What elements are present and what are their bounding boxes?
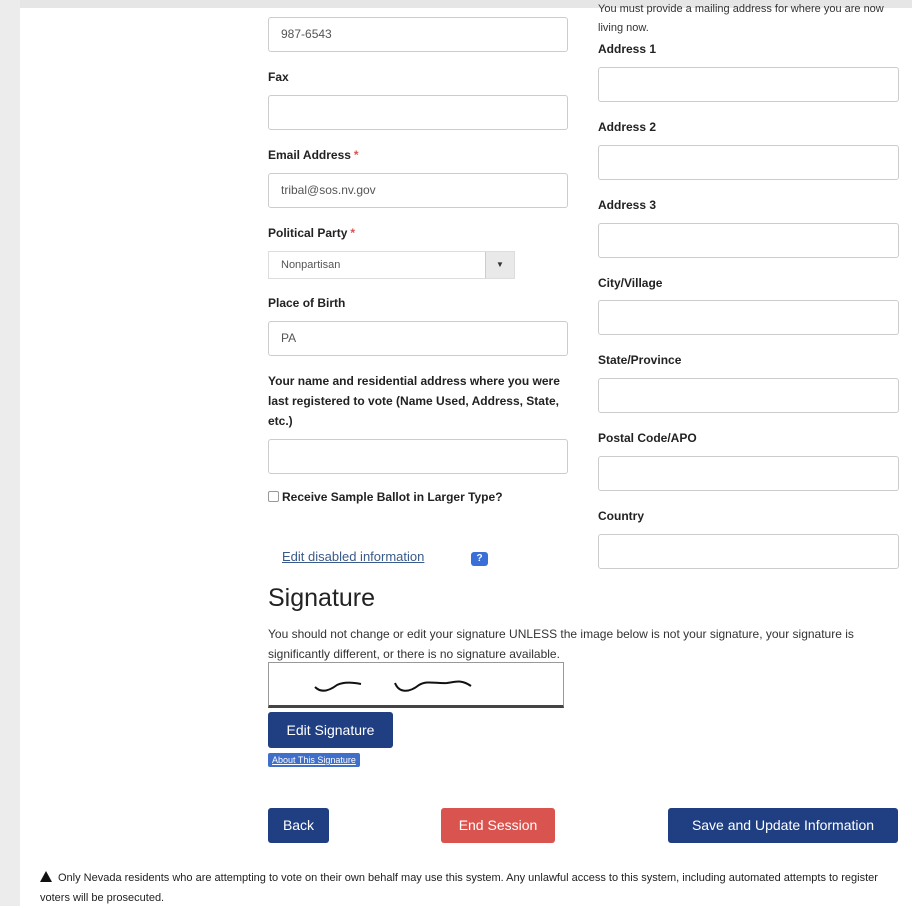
signature-instructions: You should not change or edit your signa…	[268, 627, 854, 661]
last-registered-label: Your name and residential address where …	[268, 374, 560, 428]
address2-label: Address 2	[598, 120, 657, 134]
address1-label: Address 1	[598, 42, 657, 56]
required-mark: *	[350, 226, 356, 240]
mailing-note: You must provide a mailing address for w…	[598, 3, 884, 34]
edit-signature-button[interactable]: Edit Signature	[268, 712, 393, 748]
birth-label: Place of Birth	[268, 296, 346, 310]
about-signature-link[interactable]: About This Signature	[268, 753, 360, 767]
postal-label: Postal Code/APO	[598, 431, 697, 445]
back-button[interactable]: Back	[268, 808, 329, 843]
large-ballot-checkbox[interactable]	[268, 491, 279, 502]
email-field[interactable]: tribal@sos.nv.gov	[268, 173, 568, 208]
country-field[interactable]	[598, 534, 899, 569]
address3-label: Address 3	[598, 198, 657, 212]
chevron-down-icon[interactable]: ▼	[485, 252, 514, 278]
country-label: Country	[598, 509, 644, 523]
party-selected-value: Nonpartisan	[281, 259, 341, 271]
edit-disabled-link[interactable]: Edit disabled information	[282, 549, 424, 564]
footer-warning-text: Only Nevada residents who are attempting…	[40, 872, 878, 904]
address3-field[interactable]	[598, 223, 899, 258]
warning-icon	[40, 871, 52, 882]
email-label: Email Address *	[268, 148, 359, 162]
address1-field[interactable]	[598, 67, 899, 102]
address2-field[interactable]	[598, 145, 899, 180]
large-ballot-label: Receive Sample Ballot in Larger Type?	[282, 490, 503, 504]
last-registered-field[interactable]	[268, 439, 568, 474]
state-label: State/Province	[598, 353, 682, 367]
city-field[interactable]	[598, 300, 899, 335]
state-field[interactable]	[598, 378, 899, 413]
signature-scribble-icon	[314, 680, 472, 692]
left-gutter	[0, 0, 20, 906]
postal-field[interactable]	[598, 456, 899, 491]
end-session-button[interactable]: End Session	[441, 808, 555, 843]
phone-field[interactable]: 987-6543	[268, 17, 568, 52]
party-label: Political Party *	[268, 226, 355, 240]
signature-image	[268, 662, 564, 708]
email-label-text: Email Address	[268, 148, 351, 162]
help-icon[interactable]: ?	[471, 552, 488, 566]
fax-field[interactable]	[268, 95, 568, 130]
fax-label: Fax	[268, 70, 289, 84]
birth-field[interactable]: PA	[268, 321, 568, 356]
save-update-button[interactable]: Save and Update Information	[668, 808, 898, 843]
party-select[interactable]: Nonpartisan ▼	[268, 251, 515, 279]
required-mark: *	[353, 148, 359, 162]
city-label: City/Village	[598, 276, 663, 290]
footer-warning: Only Nevada residents who are attempting…	[40, 868, 905, 908]
signature-heading: Signature	[268, 584, 376, 612]
party-label-text: Political Party	[268, 226, 348, 240]
